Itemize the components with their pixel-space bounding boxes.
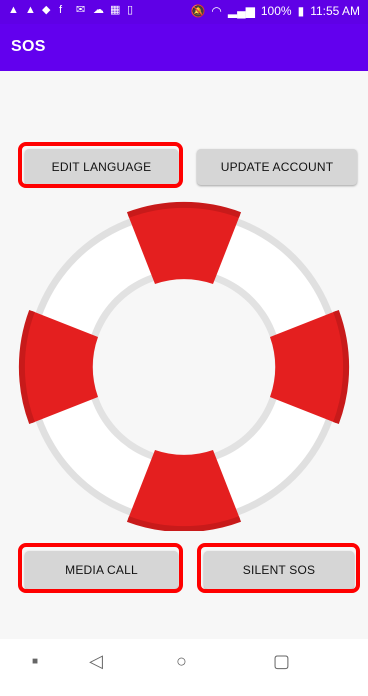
silent-sos-highlight xyxy=(197,543,360,593)
signal-icon: ▂▄▆ xyxy=(227,4,255,18)
app-bar: SOS xyxy=(0,24,368,71)
clock: 11:55 AM xyxy=(310,4,360,18)
edit-language-highlight xyxy=(18,142,183,188)
status-right: 🔕 ◠ ▂▄▆ 100% ▮ 11:55 AM xyxy=(190,4,360,18)
ring-hole xyxy=(93,276,275,458)
mail-icon: ✉ xyxy=(76,4,86,16)
update-account-button[interactable]: UPDATE ACCOUNT xyxy=(197,149,357,185)
gallery-icon: ▦ xyxy=(110,4,121,16)
status-bar: ▲ ▲ ◆ f ✉ ☁ ▦ ▯ 🔕 ◠ ▂▄▆ 100% ▮ 11:55 AM xyxy=(0,0,368,24)
battery-percent: 100% xyxy=(260,4,292,18)
media-call-highlight xyxy=(18,543,183,593)
facebook-icon: f xyxy=(59,4,63,16)
lifebuoy-icon xyxy=(18,201,350,531)
nav-dot-icon: ■ xyxy=(32,656,39,667)
device-icon: ▯ xyxy=(127,4,134,16)
recents-square-icon[interactable]: ▢ xyxy=(273,651,290,672)
status-left-icons: ▲ ▲ ◆ f ✉ ☁ ▦ ▯ xyxy=(8,4,139,16)
home-circle-icon[interactable]: ○ xyxy=(176,651,187,672)
cloud-icon: ☁ xyxy=(93,4,104,16)
shield-icon: ◆ xyxy=(42,4,51,16)
warning-icon: ▲ xyxy=(25,4,36,16)
main-content: EDIT LANGUAGE UPDATE ACCOUNT MEDIA CALL xyxy=(0,71,368,639)
warning-icon: ▲ xyxy=(8,4,19,16)
battery-icon: ▮ xyxy=(297,4,305,18)
back-triangle-icon[interactable]: ◁ xyxy=(89,651,103,672)
app-title: SOS xyxy=(11,38,46,55)
wifi-icon: ◠ xyxy=(211,4,222,18)
mute-icon: 🔕 xyxy=(190,4,206,18)
navigation-bar: ■ ◁ ○ ▢ xyxy=(0,639,368,696)
